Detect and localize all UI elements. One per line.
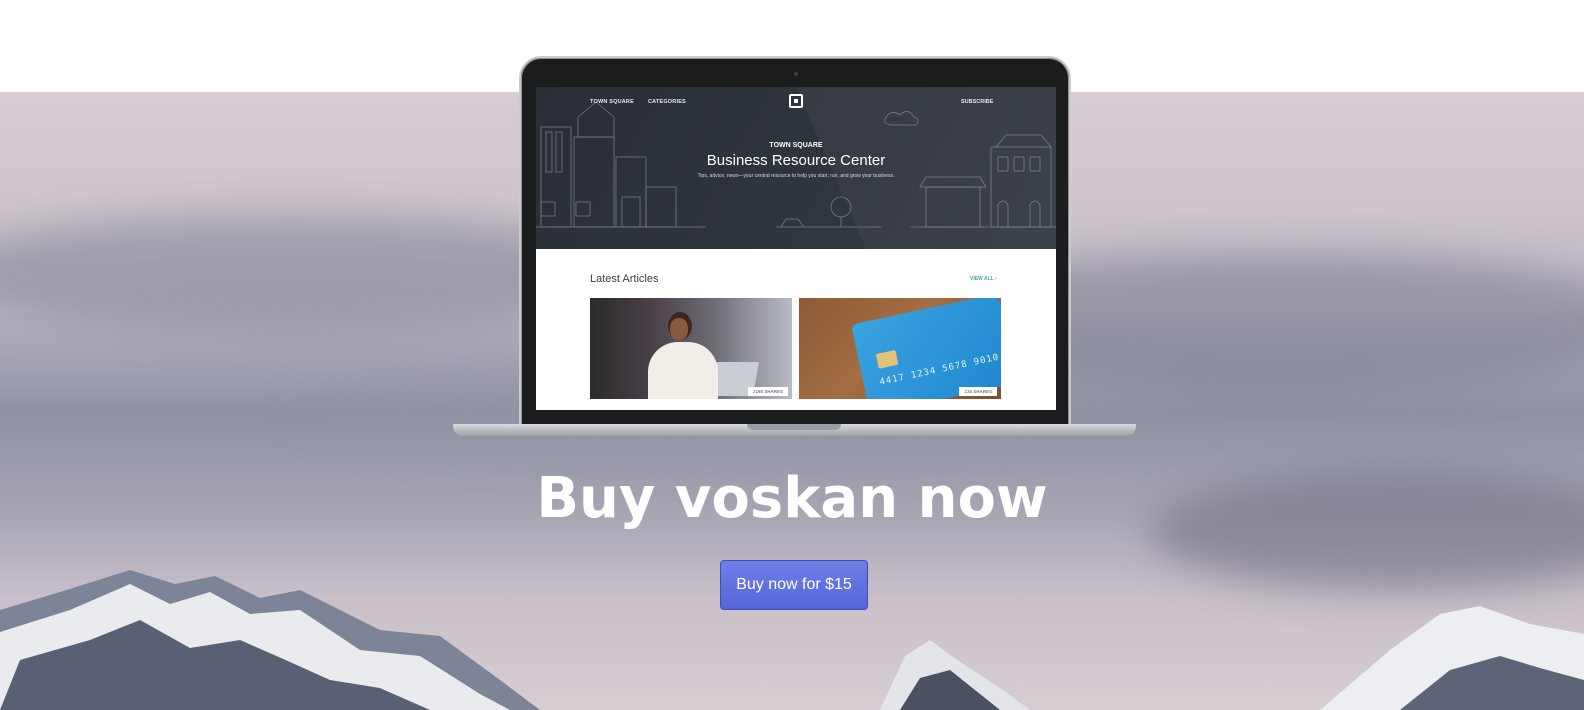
person-photo bbox=[648, 342, 718, 399]
square-logo-icon[interactable] bbox=[789, 94, 803, 108]
nav-town-square[interactable]: TOWN SQUARE bbox=[590, 99, 634, 105]
article-card[interactable]: 4417 1234 5678 9010 135 SHARES bbox=[799, 298, 1001, 399]
view-all-link[interactable]: VIEW ALL › bbox=[970, 276, 997, 282]
buy-now-button[interactable]: Buy now for $15 bbox=[720, 560, 868, 610]
section-title: Latest Articles bbox=[590, 273, 659, 285]
chip-icon bbox=[875, 349, 899, 369]
nav-categories[interactable]: CATEGORIES bbox=[648, 99, 686, 105]
site-tagline: Tips, advice, news—your central resource… bbox=[697, 173, 895, 179]
laptop-screen: TOWN SQUARE CATEGORIES SUBSCRIBE TOWN SQ… bbox=[536, 87, 1056, 410]
laptop-mockup: TOWN SQUARE CATEGORIES SUBSCRIBE TOWN SQ… bbox=[519, 56, 1071, 428]
hero-headline: Buy voskan now bbox=[536, 466, 1048, 531]
laptop-base-notch bbox=[747, 424, 841, 430]
camera-dot bbox=[794, 72, 798, 76]
site-title: Business Resource Center bbox=[706, 152, 886, 169]
site-header: TOWN SQUARE CATEGORIES SUBSCRIBE TOWN SQ… bbox=[536, 87, 1056, 249]
nav-subscribe[interactable]: SUBSCRIBE bbox=[961, 99, 993, 105]
site-nav: TOWN SQUARE CATEGORIES bbox=[590, 99, 686, 105]
shares-badge: 135 SHARES bbox=[959, 387, 997, 396]
article-card[interactable]: 2165 SHARES bbox=[590, 298, 792, 399]
site-kicker: TOWN SQUARE bbox=[769, 142, 823, 149]
person-face bbox=[670, 318, 688, 340]
credit-card-photo: 4417 1234 5678 9010 bbox=[851, 298, 1001, 399]
shares-badge: 2165 SHARES bbox=[747, 387, 788, 396]
